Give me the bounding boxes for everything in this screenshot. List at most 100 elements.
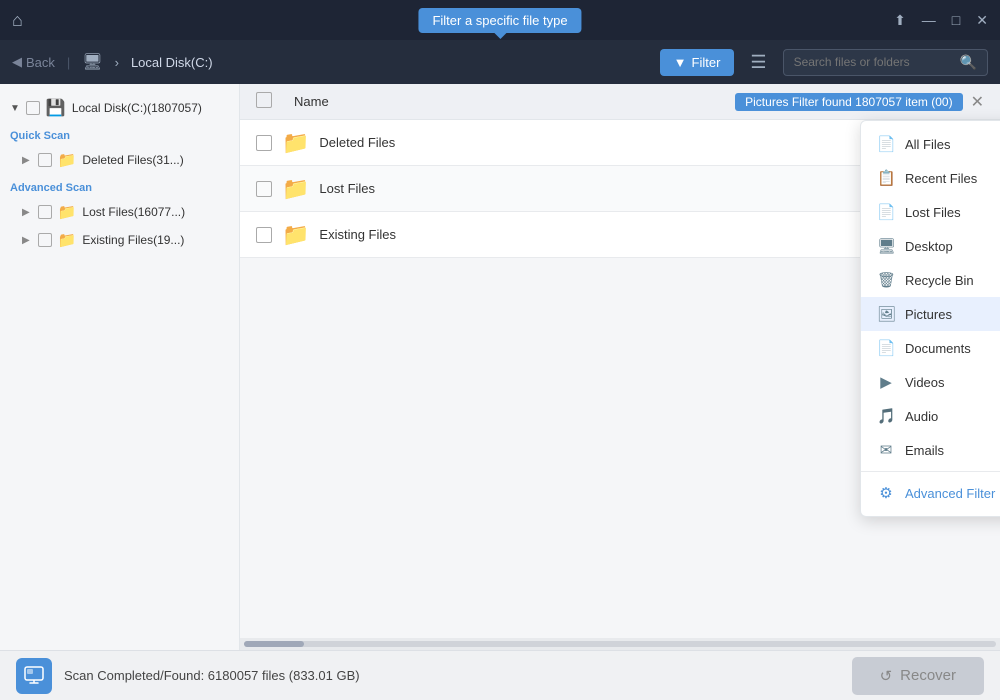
- nav-path: Local Disk(C:): [131, 55, 213, 70]
- titlebar: ⌂ Filter a specific file type ⬆ — □ ✕: [0, 0, 1000, 40]
- nav-separator: |: [67, 55, 70, 70]
- recent-files-label: Recent Files: [905, 171, 1000, 186]
- maximize-icon[interactable]: □: [952, 12, 960, 28]
- horizontal-scrollbar[interactable]: [240, 638, 1000, 650]
- filter-icon: ▼: [674, 55, 687, 70]
- audio-label: Audio: [905, 409, 1000, 424]
- sidebar-item-lost[interactable]: ▶ 📁 Lost Files(16077...): [0, 198, 239, 226]
- filter-badge-text: Pictures Filter found 1807057 item: [745, 95, 928, 109]
- lost-files-label: Lost Files: [905, 205, 1000, 220]
- advanced-scan-label: Advanced Scan: [0, 174, 239, 198]
- drive-chevron-icon: ▼: [10, 103, 20, 114]
- recycle-bin-label: Recycle Bin: [905, 273, 1000, 288]
- desktop-icon: 🖥: [877, 237, 895, 255]
- file-name-2: Existing Files: [319, 227, 864, 242]
- close-icon[interactable]: ✕: [976, 12, 988, 29]
- window-controls: ⬆ — □ ✕: [894, 12, 988, 29]
- existing-expand-icon: ▶: [22, 235, 30, 246]
- filter-button[interactable]: ▼ Filter: [660, 49, 735, 76]
- all-files-label: All Files: [905, 137, 1000, 152]
- dropdown-item-pictures[interactable]: 🖼 Pictures ✓: [861, 297, 1000, 331]
- scrollbar-thumb[interactable]: [244, 641, 304, 647]
- dropdown-item-recent-files[interactable]: 📋 Recent Files: [861, 161, 1000, 195]
- col-name-header: Name: [286, 94, 735, 109]
- back-label: Back: [26, 55, 55, 70]
- videos-icon: ▶: [877, 373, 895, 391]
- main-layout: ▼ 💾 Local Disk(C:)(1807057) Quick Scan ▶…: [0, 84, 1000, 650]
- drive-checkbox[interactable]: [26, 101, 40, 115]
- search-input[interactable]: [794, 55, 954, 69]
- advanced-filter-icon: ⚙: [877, 484, 895, 502]
- recover-label: Recover: [900, 667, 956, 684]
- dropdown-item-recycle-bin[interactable]: 🗑 Recycle Bin: [861, 263, 1000, 297]
- back-button[interactable]: ◀ Back: [12, 54, 55, 70]
- drive-icon: 💾: [46, 98, 66, 118]
- deleted-expand-icon: ▶: [22, 155, 30, 166]
- content-area: Name Pictures Filter found 1807057 item …: [240, 84, 1000, 650]
- content-header: Name Pictures Filter found 1807057 item …: [240, 84, 1000, 120]
- minimize-icon[interactable]: —: [922, 12, 936, 28]
- close-filter-button[interactable]: ✕: [971, 92, 984, 112]
- dropdown-item-advanced-filter[interactable]: ⚙ Advanced Filter: [861, 476, 1000, 510]
- dropdown-item-videos[interactable]: ▶ Videos: [861, 365, 1000, 399]
- lost-expand-icon: ▶: [22, 207, 30, 218]
- pictures-icon: 🖼: [877, 305, 895, 323]
- folder-icon-0: 📁: [282, 130, 309, 156]
- dropdown-item-lost-files[interactable]: 📄 Lost Files: [861, 195, 1000, 229]
- dropdown-item-documents[interactable]: 📄 Documents: [861, 331, 1000, 365]
- filter-dropdown: 📄 All Files 📋 Recent Files 📄 Lost Files …: [860, 120, 1000, 517]
- deleted-checkbox[interactable]: [38, 153, 52, 167]
- header-checkbox[interactable]: [256, 92, 272, 108]
- dropdown-item-desktop[interactable]: 🖥 Desktop: [861, 229, 1000, 263]
- back-arrow-icon: ◀: [12, 54, 22, 70]
- recent-files-icon: 📋: [877, 169, 895, 187]
- folder-icon-1: 📁: [282, 176, 309, 202]
- filter-badge-suffix: (00): [931, 95, 952, 109]
- file-name-0: Deleted Files: [319, 135, 864, 150]
- nav-right: ▼ Filter ☰ 🔍: [660, 48, 988, 77]
- home-icon[interactable]: ⌂: [12, 10, 23, 31]
- scrollbar-track: [244, 641, 996, 647]
- lost-files-icon: 📄: [877, 203, 895, 221]
- audio-icon: 🎵: [877, 407, 895, 425]
- drive-label: Local Disk(C:)(1807057): [72, 101, 202, 115]
- search-icon[interactable]: 🔍: [960, 54, 977, 71]
- drive-header[interactable]: ▼ 💾 Local Disk(C:)(1807057): [0, 94, 239, 122]
- all-files-icon: 📄: [877, 135, 895, 153]
- lost-folder-icon: 📁: [58, 203, 77, 221]
- row-checkbox-0[interactable]: [256, 135, 272, 151]
- menu-button[interactable]: ☰: [742, 48, 774, 77]
- sidebar-item-deleted[interactable]: ▶ 📁 Deleted Files(31...): [0, 146, 239, 174]
- desktop-label: Desktop: [905, 239, 1000, 254]
- existing-folder-icon: 📁: [58, 231, 77, 249]
- existing-checkbox[interactable]: [38, 233, 52, 247]
- recycle-bin-icon: 🗑: [877, 271, 895, 289]
- computer-icon: [16, 658, 52, 694]
- nav-arrow: ›: [115, 55, 119, 70]
- navbar: ◀ Back | 🖥 › Local Disk(C:) ▼ Filter ☰ 🔍: [0, 40, 1000, 84]
- share-icon[interactable]: ⬆: [894, 12, 906, 29]
- file-name-1: Lost Files: [319, 181, 864, 196]
- status-text: Scan Completed/Found: 6180057 files (833…: [64, 668, 840, 683]
- dropdown-item-all-files[interactable]: 📄 All Files: [861, 127, 1000, 161]
- row-checkbox-1[interactable]: [256, 181, 272, 197]
- lost-checkbox[interactable]: [38, 205, 52, 219]
- pictures-label: Pictures: [905, 307, 1000, 322]
- filter-tooltip: Filter a specific file type: [418, 8, 581, 33]
- dropdown-item-audio[interactable]: 🎵 Audio: [861, 399, 1000, 433]
- documents-label: Documents: [905, 341, 1000, 356]
- dropdown-divider: [861, 471, 1000, 472]
- search-box: 🔍: [783, 49, 988, 76]
- recover-icon: ↺: [880, 667, 893, 685]
- filter-label: Filter: [692, 55, 721, 70]
- dropdown-item-emails[interactable]: ✉ Emails: [861, 433, 1000, 467]
- advanced-filter-label: Advanced Filter: [905, 486, 1000, 501]
- row-checkbox-2[interactable]: [256, 227, 272, 243]
- lost-label: Lost Files(16077...): [82, 205, 185, 219]
- documents-icon: 📄: [877, 339, 895, 357]
- recover-button[interactable]: ↺ Recover: [852, 657, 984, 695]
- emails-label: Emails: [905, 443, 1000, 458]
- existing-label: Existing Files(19...): [82, 233, 184, 247]
- titlebar-left: ⌂: [12, 10, 23, 31]
- sidebar-item-existing[interactable]: ▶ 📁 Existing Files(19...): [0, 226, 239, 254]
